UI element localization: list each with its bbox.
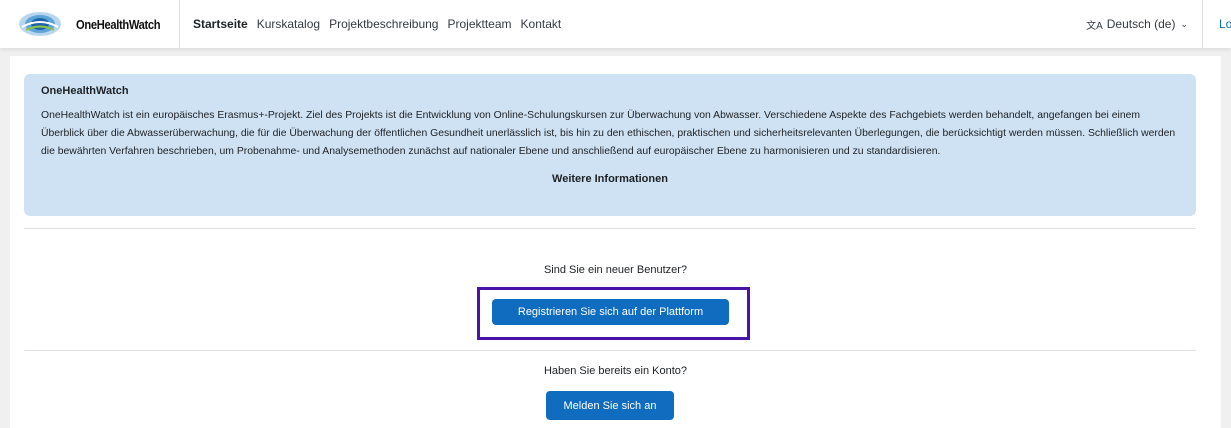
existing-account-question: Haben Sie bereits ein Konto? bbox=[543, 365, 688, 377]
more-info-link[interactable]: Weitere Informationen bbox=[41, 173, 1179, 185]
language-label: Deutsch (de) bbox=[1106, 17, 1176, 31]
divider bbox=[24, 350, 1196, 351]
nav-kontakt[interactable]: Kontakt bbox=[521, 17, 562, 31]
onehealthwatch-logo bbox=[19, 12, 61, 36]
brand-name: OneHealthWatch bbox=[76, 16, 161, 32]
language-icon: 文A bbox=[1086, 20, 1103, 32]
nav-kurskatalog[interactable]: Kurskatalog bbox=[257, 17, 320, 31]
language-menu[interactable]: 文A Deutsch (de) ⌄ bbox=[1086, 0, 1203, 48]
new-user-question: Sind Sie ein neuer Benutzer? bbox=[543, 264, 688, 276]
info-title: OneHealthWatch bbox=[41, 85, 129, 97]
chevron-down-icon: ⌄ bbox=[1180, 18, 1188, 29]
info-box: OneHealthWatch OneHealthWatch ist ein eu… bbox=[24, 74, 1196, 216]
nav-projektbeschreibung[interactable]: Projektbeschreibung bbox=[329, 17, 438, 31]
top-navbar: OneHealthWatch Startseite Kurskatalog Pr… bbox=[0, 0, 1231, 48]
login-button[interactable]: Melden Sie sich an bbox=[546, 391, 674, 420]
primary-nav: Startseite Kurskatalog Projektbeschreibu… bbox=[193, 17, 570, 31]
brand[interactable]: OneHealthWatch bbox=[0, 0, 180, 48]
login-link[interactable]: Lo bbox=[1205, 17, 1231, 31]
info-text: OneHealthWatch ist ein europäisches Eras… bbox=[41, 110, 1176, 157]
register-button[interactable]: Registrieren Sie sich auf der Plattform bbox=[492, 299, 729, 325]
main-content: OneHealthWatch OneHealthWatch ist ein eu… bbox=[10, 56, 1221, 428]
nav-startseite[interactable]: Startseite bbox=[193, 17, 248, 31]
navbar-right: 文A Deutsch (de) ⌄ Lo bbox=[1086, 0, 1231, 48]
divider bbox=[24, 228, 1196, 229]
nav-projektteam[interactable]: Projektteam bbox=[447, 17, 511, 31]
